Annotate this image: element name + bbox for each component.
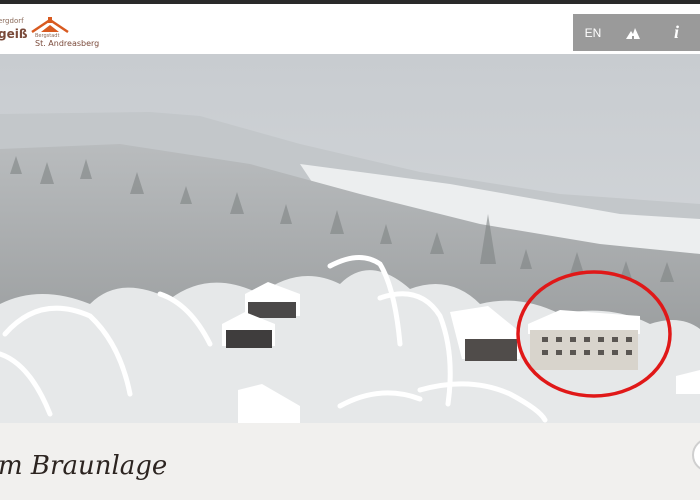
mountain-icon [626, 27, 640, 39]
round-action-button[interactable] [692, 438, 700, 472]
location-title: m Braunlage [0, 451, 168, 481]
logo-left-title: geiß [0, 27, 28, 41]
header-button-group: EN i [573, 14, 700, 51]
map-button[interactable] [613, 14, 653, 51]
info-button[interactable]: i [653, 14, 700, 51]
church-roof-icon [31, 17, 69, 34]
st-andreasberg-logo[interactable]: Bergstadt St. Andreasberg [26, 16, 100, 50]
logo-left-subtitle: ergdorf [0, 17, 24, 25]
header-bar: ergdorf geiß Bergstadt St. Andreasberg E… [0, 4, 700, 54]
bergdorf-logo[interactable]: ergdorf geiß [0, 17, 28, 49]
webcam-image [0, 54, 700, 423]
logo-right-title: St. Andreasberg [35, 39, 100, 48]
footer-bar: m Braunlage [0, 423, 700, 500]
language-button[interactable]: EN [573, 14, 613, 51]
